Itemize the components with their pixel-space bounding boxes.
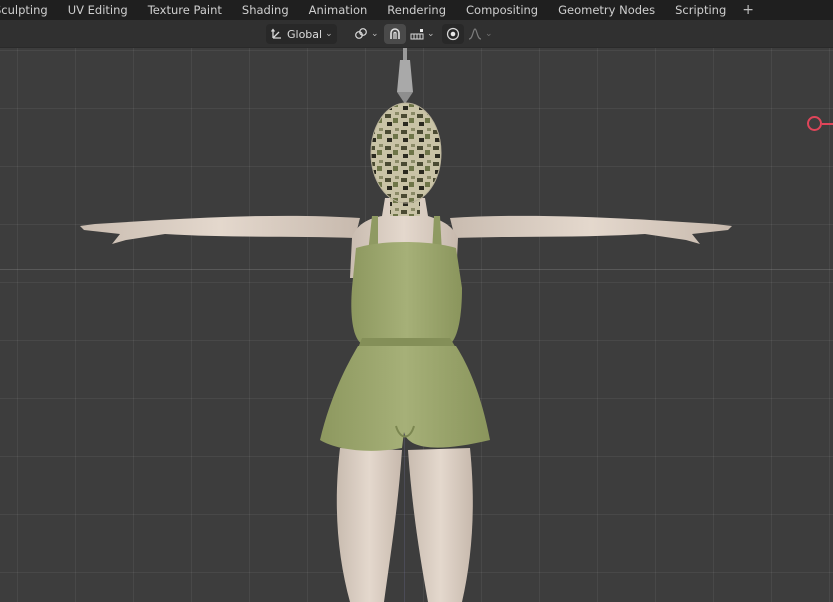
chevron-down-icon: ⌄ (427, 29, 435, 39)
romper-outfit (320, 216, 490, 451)
chevron-down-icon: ⌄ (371, 29, 379, 39)
snap-target-dropdown[interactable]: ⌄ (406, 24, 439, 44)
viewport-header: Global ⌄ ⌄ ⌄ ⌄ (0, 20, 833, 48)
character-model[interactable] (0, 48, 833, 602)
tab-texture-paint[interactable]: Texture Paint (138, 0, 232, 20)
transform-orientation-value: Global (287, 27, 323, 41)
tab-uv-editing[interactable]: UV Editing (58, 0, 138, 20)
chevron-down-icon: ⌄ (325, 29, 333, 39)
add-workspace-button[interactable]: + (736, 0, 760, 20)
tab-compositing[interactable]: Compositing (456, 0, 548, 20)
transform-orientation-dropdown[interactable]: Global ⌄ (266, 24, 337, 44)
head (370, 102, 442, 216)
pivot-point-dropdown[interactable]: ⌄ (350, 24, 383, 44)
tab-scripting[interactable]: Scripting (665, 0, 736, 20)
transform-orientation-icon (271, 28, 281, 39)
pivot-point-icon (355, 28, 367, 39)
tab-geometry-nodes[interactable]: Geometry Nodes (548, 0, 665, 20)
falloff-curve-icon (468, 28, 482, 40)
proportional-editing-icon (446, 27, 460, 41)
3d-viewport[interactable] (0, 48, 833, 602)
proportional-editing-toggle[interactable] (442, 24, 464, 44)
tab-sculpting[interactable]: Sculpting (0, 0, 58, 20)
chevron-down-icon: ⌄ (485, 29, 493, 39)
transform-gizmo-arrow[interactable] (397, 48, 413, 104)
snap-toggle[interactable] (384, 24, 406, 44)
proportional-falloff-dropdown[interactable]: ⌄ (464, 24, 497, 44)
workspace-tab-bar: Sculpting UV Editing Texture Paint Shadi… (0, 0, 833, 20)
tab-shading[interactable]: Shading (232, 0, 299, 20)
navigation-gizmo-x-axis-line (822, 123, 833, 125)
tab-animation[interactable]: Animation (299, 0, 378, 20)
legs (336, 448, 473, 602)
snap-increment-icon (410, 29, 424, 40)
snap-magnet-icon (390, 28, 400, 39)
tab-rendering[interactable]: Rendering (377, 0, 456, 20)
navigation-gizmo-x-axis[interactable] (807, 116, 822, 131)
